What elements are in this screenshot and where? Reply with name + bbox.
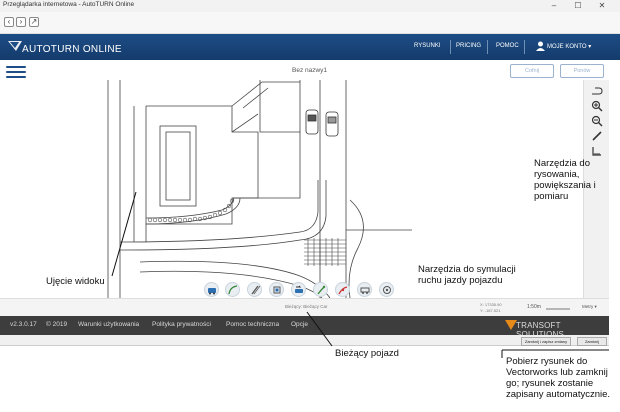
callout-leader-lines — [306, 311, 609, 358]
